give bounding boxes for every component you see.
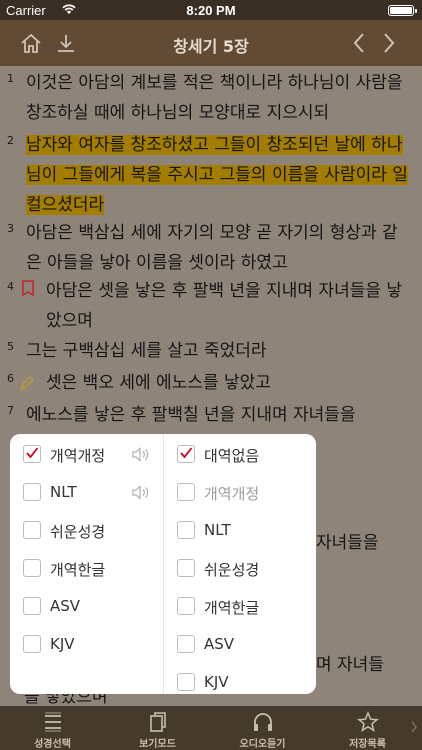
tab-label: 성경선택 bbox=[34, 739, 71, 750]
verse-text: 아담은 셋을 낳은 후 팔백 년을 지내며 자녀들을 낳았으며 bbox=[46, 281, 403, 331]
translation-label: 개역한글 bbox=[50, 561, 106, 579]
checkbox[interactable] bbox=[177, 635, 195, 653]
translation-option[interactable]: NLT bbox=[10, 473, 163, 511]
speaker-icon[interactable] bbox=[132, 485, 150, 500]
verse-fragment: 자녀들을 bbox=[316, 533, 379, 553]
translation-option[interactable]: 개역개정 bbox=[164, 473, 316, 511]
translation-label: ASV bbox=[50, 597, 81, 615]
translation-label: 쉬운성경 bbox=[50, 523, 106, 541]
checkbox-checked[interactable] bbox=[177, 445, 195, 463]
translation-option[interactable]: 대역없음 bbox=[164, 435, 316, 473]
translation-option[interactable]: KJV bbox=[10, 625, 163, 663]
verse-text: 남자와 여자를 창조하셨고 그들이 창조되던 날에 하나님이 그들에게 복을 주… bbox=[26, 135, 408, 215]
verse-text: 이것은 아담의 계보를 적은 책이니라 하나님이 사람을 창조하실 때에 하나님… bbox=[26, 73, 403, 123]
pages-icon bbox=[150, 712, 166, 732]
verse-text: 아담은 백삼십 세에 자기의 모양 곧 자기의 형상과 같은 아들을 낳아 이름… bbox=[26, 223, 398, 273]
translation-label: 개역한글 bbox=[204, 599, 260, 617]
chevron-left-icon bbox=[353, 33, 364, 53]
checkbox[interactable] bbox=[23, 597, 41, 615]
checkmark-icon bbox=[180, 447, 193, 459]
verse-number: 2 bbox=[7, 134, 14, 147]
translation-popup: 개역개정 NLT 쉬운성경 개역한글 ASV KJV 대역없음 개역개정 NLT 쉬운성경 개역한… bbox=[10, 434, 316, 694]
checkbox[interactable] bbox=[177, 559, 195, 577]
tab-saved-list[interactable]: 저장목록 bbox=[315, 706, 420, 750]
translation-label: ASV bbox=[204, 635, 235, 653]
battery-icon bbox=[388, 5, 417, 16]
translation-option[interactable]: 개역개정 bbox=[10, 435, 163, 473]
translation-option[interactable]: NLT bbox=[164, 511, 316, 549]
verse-text: 그는 구백삼십 세를 살고 죽었더라 bbox=[26, 341, 267, 361]
verse-number: 1 bbox=[7, 72, 14, 85]
translation-label: 쉬운성경 bbox=[204, 561, 260, 579]
translation-label: 개역개정 bbox=[204, 485, 260, 503]
next-chapter-button[interactable] bbox=[374, 28, 404, 58]
verse-number: 4 bbox=[7, 280, 14, 293]
pencil-icon bbox=[19, 375, 34, 391]
list-icon bbox=[45, 712, 61, 732]
translation-label: KJV bbox=[204, 673, 229, 691]
translation-label: KJV bbox=[50, 635, 75, 653]
nav-bar: 창세기 5장 bbox=[0, 20, 422, 66]
tab-label: 보기모드 bbox=[139, 739, 176, 750]
checkbox[interactable] bbox=[177, 673, 195, 691]
verse-number: 5 bbox=[7, 340, 14, 353]
translation-option[interactable]: ASV bbox=[10, 587, 163, 625]
verse-fragment: 며 자녀들 bbox=[316, 655, 384, 675]
checkbox[interactable] bbox=[23, 483, 41, 501]
checkmark-icon bbox=[26, 447, 39, 459]
tab-bar: 성경선택 보기모드 오디오듣기 저장목록 bbox=[0, 706, 422, 750]
checkbox[interactable] bbox=[23, 521, 41, 539]
bookmark-icon bbox=[22, 280, 34, 297]
speaker-icon[interactable] bbox=[132, 447, 150, 462]
verse-text: 셋은 백오 세에 에노스를 낳았고 bbox=[46, 373, 271, 393]
checkbox[interactable] bbox=[23, 559, 41, 577]
tab-book-select[interactable]: 성경선택 bbox=[0, 706, 105, 750]
checkbox[interactable] bbox=[177, 521, 195, 539]
star-icon bbox=[357, 711, 379, 733]
tab-audio[interactable]: 오디오듣기 bbox=[210, 706, 315, 750]
headphones-icon bbox=[254, 713, 272, 731]
primary-translation-column: 개역개정 NLT 쉬운성경개역한글 ASV KJV bbox=[10, 434, 163, 694]
parallel-translation-column: 대역없음개역개정 NLT 쉬운성경개역한글 ASV KJV bbox=[164, 434, 316, 694]
tab-view-mode[interactable]: 보기모드 bbox=[105, 706, 210, 750]
verse-number: 3 bbox=[7, 222, 14, 235]
chevron-right-icon[interactable] bbox=[410, 720, 418, 734]
translation-option[interactable]: ASV bbox=[164, 625, 316, 663]
translation-option[interactable]: 개역한글 bbox=[164, 587, 316, 625]
verse-number: 6 bbox=[7, 372, 14, 385]
status-bar: Carrier 8:20 PM bbox=[0, 0, 422, 20]
checkbox[interactable] bbox=[23, 635, 41, 653]
translation-label: 개역개정 bbox=[50, 447, 106, 465]
translation-label: NLT bbox=[50, 483, 77, 501]
translation-option[interactable]: 개역한글 bbox=[10, 549, 163, 587]
translation-label: NLT bbox=[204, 521, 231, 539]
tab-label: 오디오듣기 bbox=[239, 739, 286, 750]
checkbox[interactable] bbox=[177, 597, 195, 615]
checkbox[interactable] bbox=[177, 483, 195, 501]
checkbox-checked[interactable] bbox=[23, 445, 41, 463]
translation-option[interactable]: 쉬운성경 bbox=[10, 511, 163, 549]
translation-option[interactable]: 쉬운성경 bbox=[164, 549, 316, 587]
verse-number: 7 bbox=[7, 404, 14, 417]
clock: 8:20 PM bbox=[186, 3, 236, 18]
verse-text: 에노스를 낳은 후 팔백칠 년을 지내며 자녀들을 bbox=[26, 405, 356, 425]
translation-option[interactable]: KJV bbox=[164, 663, 316, 694]
tab-label: 저장목록 bbox=[349, 739, 386, 750]
chevron-right-icon bbox=[384, 33, 395, 53]
previous-chapter-button[interactable] bbox=[344, 28, 374, 58]
translation-label: 대역없음 bbox=[204, 447, 260, 465]
